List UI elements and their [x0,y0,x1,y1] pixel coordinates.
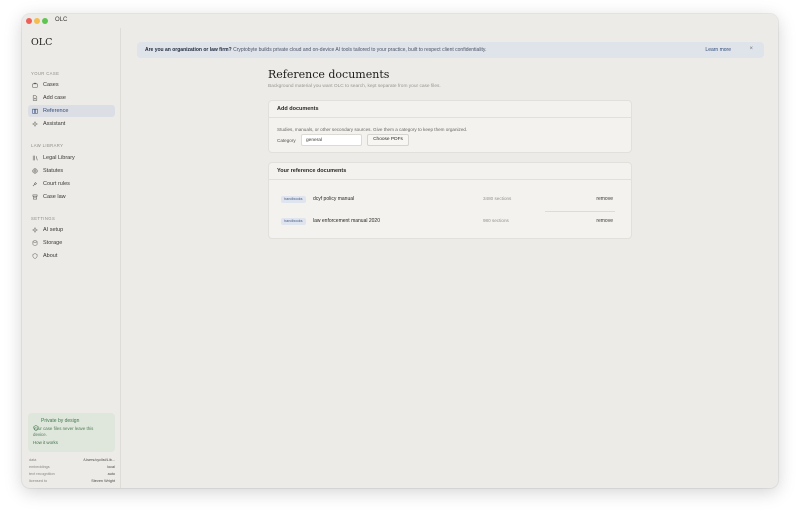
sidebar-item-ai-setup[interactable]: AI setup [28,224,115,236]
meta-row-data: data /Users/cyclist/Lib... [29,458,115,465]
meta-row-embeddings: embeddings local [29,465,115,472]
meta-value: /Users/cyclist/Lib... [83,458,115,462]
card-header: Add documents [269,101,631,118]
meta-key: data [29,458,37,462]
banner-text: Are you an organization or law firm? Cry… [145,47,486,53]
add-description: Studies, manuals, or other secondary sou… [277,127,468,132]
card-title: Your reference documents [277,168,347,174]
document-name: law enforcement manual 2020 [313,218,380,224]
meta-value: local [107,465,115,469]
sidebar-item-label: Legal Library [43,155,75,161]
add-documents-card: Add documents Studies, manuals, or other… [268,100,632,153]
card-title: Add documents [277,106,319,112]
sidebar-item-storage[interactable]: Storage [28,237,115,249]
document-row: handbooks dcyf policy manual 3480 sectio… [277,189,625,209]
choose-pdfs-button[interactable]: Choose PDFs [367,134,409,146]
category-label: Category [277,138,296,143]
sidebar: OLC YOUR CASE Cases Add case Reference A… [22,28,121,488]
section-count: 3480 sections [483,196,512,201]
zoom-window-button[interactable] [42,18,48,24]
sidebar-item-label: Court rules [43,181,70,187]
category-tag: handbooks [281,218,306,225]
row-divider [545,211,615,212]
database-icon [32,240,38,246]
page-title: Reference documents [268,68,390,81]
sidebar-item-court-rules[interactable]: Court rules [28,178,115,190]
meta-key: licensed to [29,479,48,483]
gavel-icon [32,181,38,187]
category-select[interactable]: general [301,134,362,146]
how-it-works-link[interactable]: How it works [33,440,58,445]
sidebar-item-label: Storage [43,240,63,246]
meta-value: auto [107,472,115,476]
sidebar-item-about[interactable]: About [28,250,115,262]
card-header: Your reference documents [269,163,631,180]
title-bar: OLC [22,14,778,28]
archive-icon [32,194,38,200]
file-plus-icon [32,95,38,101]
page-subtitle: Background material you want OLC to sear… [268,84,441,89]
sidebar-item-label: Statutes [43,168,64,174]
section-label-settings: SETTINGS [31,216,56,221]
section-count: 980 sections [483,218,509,223]
sidebar-item-label: Reference [43,108,69,114]
remove-button[interactable]: remove [596,196,613,202]
shield-check-icon [33,418,39,431]
banner-bold-text: Are you an organization or law firm? [145,47,232,53]
close-window-button[interactable] [26,18,32,24]
briefcase-icon [32,82,38,88]
meta-key: embeddings [29,465,50,469]
sidebar-item-label: Add case [43,95,66,101]
banner-body-text: Cryptobyte builds private cloud and on-d… [231,47,487,53]
category-tag: handbooks [281,196,306,203]
learn-more-link[interactable]: Learn more [705,47,731,53]
sidebar-item-label: About [43,253,58,259]
sidebar-item-reference[interactable]: Reference [28,105,115,117]
sidebar-item-legal-library[interactable]: Legal Library [28,152,115,164]
sidebar-item-statutes[interactable]: Statutes [28,165,115,177]
sidebar-item-assistant[interactable]: Assistant [28,118,115,130]
window-title: OLC [55,17,68,23]
sidebar-item-label: Cases [43,82,59,88]
section-label-law-library: LAW LIBRARY [31,143,64,148]
sidebar-item-cases[interactable]: Cases [28,79,115,91]
sparkle-icon [32,227,38,233]
sidebar-item-label: Case law [43,194,66,200]
sidebar-item-case-law[interactable]: Case law [28,191,115,203]
document-row: handbooks law enforcement manual 2020 98… [277,211,625,231]
section-label-your-case: YOUR CASE [31,71,60,76]
privacy-text: Your case files never leave this device. [33,426,94,437]
minimize-window-button[interactable] [34,18,40,24]
globe-icon [32,168,38,174]
meta-row-licensed-to: licensed to Steven Wright [29,479,115,486]
privacy-title: Private by design [41,418,80,424]
sidebar-item-add-case[interactable]: Add case [28,92,115,104]
document-name: dcyf policy manual [313,196,355,202]
brand-logo-text: OLC [31,37,53,48]
book-open-icon [32,108,38,114]
promo-banner: Are you an organization or law firm? Cry… [137,42,764,58]
app-window: OLC OLC YOUR CASE Cases Add case Referen… [22,14,778,488]
remove-button[interactable]: remove [596,218,613,224]
sidebar-item-label: Assistant [43,121,66,127]
library-icon [32,155,38,161]
reference-documents-card: Your reference documents handbooks dcyf … [268,162,632,239]
close-icon[interactable]: × [749,46,753,52]
privacy-panel: Private by design Your case files never … [28,413,115,452]
shield-icon [32,253,38,259]
sidebar-item-label: AI setup [43,227,64,233]
sparkle-icon [32,121,38,127]
meta-value: Steven Wright [91,479,115,483]
meta-row-text-recognition: text recognition auto [29,472,115,479]
meta-key: text recognition [29,472,55,476]
